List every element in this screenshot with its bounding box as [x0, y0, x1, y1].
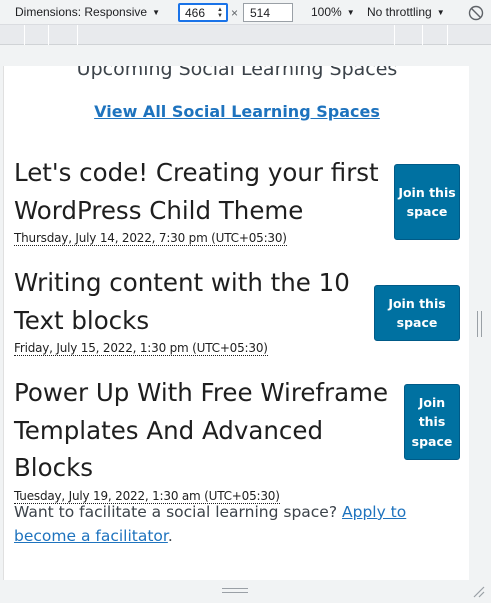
ruler-segment: [77, 25, 78, 45]
event-title[interactable]: Writing content with the 10 Text blocks: [14, 264, 364, 339]
height-input[interactable]: 514: [243, 3, 293, 22]
throttling-label: No throttling: [367, 5, 432, 19]
event-date: Friday, July 15, 2022, 1:30 pm (UTC+05:3…: [14, 341, 268, 356]
device-toolbar: Dimensions: Responsive ▼ 466 ▲ ▼ × 514 10…: [0, 0, 491, 25]
facilitate-text: Want to facilitate a social learning spa…: [14, 503, 342, 521]
ruler-segment: [447, 25, 448, 45]
rotate-icon[interactable]: [467, 4, 485, 22]
event-title[interactable]: Let's code! Creating your first WordPres…: [14, 154, 386, 229]
caret-down-icon: ▼: [152, 7, 160, 17]
event-item: Writing content with the 10 Text blocks …: [14, 264, 364, 357]
join-button-label: Join this space: [398, 184, 456, 220]
spinner-icon[interactable]: ▲ ▼: [217, 7, 226, 19]
zoom-label: 100%: [311, 5, 342, 19]
page-viewport: Upcoming Social Learning Spaces View All…: [3, 66, 469, 580]
view-all-link[interactable]: View All Social Learning Spaces: [4, 102, 469, 121]
height-value: 514: [250, 5, 271, 20]
join-space-button[interactable]: Join this space: [374, 285, 460, 341]
ruler-segment: [24, 25, 25, 45]
join-button-label: Join this space: [388, 295, 446, 331]
zoom-dropdown[interactable]: 100% ▼: [311, 5, 355, 19]
media-query-ruler[interactable]: [0, 25, 491, 45]
event-date: Thursday, July 14, 2022, 7:30 pm (UTC+05…: [14, 231, 287, 246]
ruler-segment: [48, 25, 49, 45]
dimensions-dropdown[interactable]: Dimensions: Responsive ▼: [15, 5, 160, 19]
event-title[interactable]: Power Up With Free Wireframe Templates A…: [14, 374, 399, 487]
dimensions-label: Dimensions: Responsive: [15, 5, 148, 19]
event-item: Let's code! Creating your first WordPres…: [14, 154, 386, 247]
event-item: Power Up With Free Wireframe Templates A…: [14, 374, 399, 505]
facilitate-paragraph: Want to facilitate a social learning spa…: [14, 500, 464, 548]
caret-down-icon: ▼: [346, 7, 355, 17]
ruler-segment: [394, 25, 395, 45]
facilitate-end: .: [167, 527, 173, 545]
throttling-dropdown[interactable]: No throttling ▼: [367, 5, 445, 19]
times-separator: ×: [231, 6, 239, 20]
width-value: 466: [185, 5, 206, 20]
ruler-segment: [422, 25, 423, 45]
join-space-button[interactable]: Join this space: [404, 384, 460, 460]
join-button-label: Join this space: [411, 394, 453, 449]
width-input[interactable]: 466 ▲ ▼: [178, 3, 228, 22]
corner-resize-icon[interactable]: [472, 585, 486, 599]
right-resize-handle[interactable]: [477, 311, 482, 337]
join-space-button[interactable]: Join this space: [394, 164, 460, 240]
caret-down-icon: ▼: [436, 7, 445, 17]
bottom-resize-handle[interactable]: [222, 588, 248, 593]
section-heading: Upcoming Social Learning Spaces: [76, 66, 398, 80]
